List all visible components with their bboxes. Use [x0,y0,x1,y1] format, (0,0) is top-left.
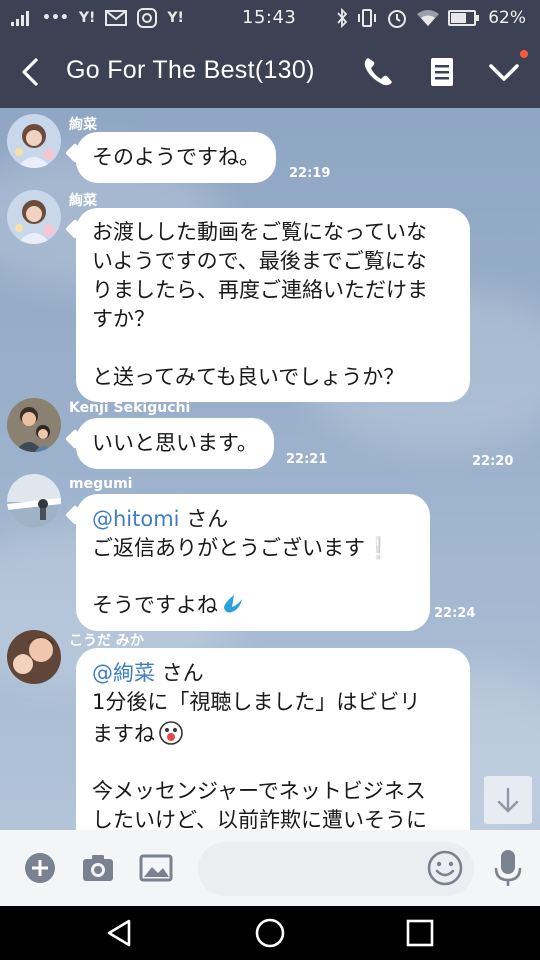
camera-icon[interactable] [80,850,116,886]
mention-link[interactable]: @絢菜 [92,661,155,685]
message-line: ますね [92,720,454,749]
yahoo-icon: Y! [167,10,184,26]
sender-name: こうだ みか [69,633,144,649]
home-circle-icon[interactable] [253,916,287,950]
message-time: 22:24 [434,606,476,621]
plus-icon[interactable] [22,850,58,886]
avatar[interactable] [7,630,61,684]
status-bar: ••• Y! Y! 15:43 62% [0,0,540,36]
wifi-icon [417,10,440,26]
battery-level: 62% [488,8,526,28]
message-bubble[interactable]: そのようですね。 [76,132,276,183]
microphone-icon[interactable] [490,848,526,888]
message-line: 今メッセンジャーでネットビジネス [92,779,426,803]
exclamation-emoji: ❕ [365,536,392,560]
recents-square-icon[interactable] [403,916,437,950]
instagram-icon [137,8,158,28]
message-line: そうですよね [92,591,414,620]
notification-dot [520,50,528,58]
signal-icon [11,11,29,26]
sender-name: 絢菜 [69,117,97,133]
chat-area[interactable]: 絢菜 そのようですね。 22:19 絢菜 お渡しした動画をご覧になっていな いよ… [0,108,540,830]
face-emoji [159,721,183,745]
message-time: 22:20 [472,454,514,469]
alarm-icon [388,10,407,28]
chevron-down-icon[interactable] [486,54,522,90]
more-dots-icon: ••• [42,10,69,26]
image-icon[interactable] [138,850,174,886]
message-bubble[interactable]: @hitomi さん ご返信ありがとうございます❕ そうですよね [76,494,430,631]
mail-icon [105,10,128,26]
mention-link[interactable]: @hitomi [92,507,180,531]
message-time: 22:21 [286,452,328,467]
emoji-icon[interactable] [426,849,464,887]
back-triangle-icon[interactable] [103,916,137,950]
message-input-bar [0,830,540,906]
sender-name: 絢菜 [69,193,97,209]
message-time: 22:19 [289,166,331,181]
message-line: 1分後に「視聴しました」はビビリ [92,690,421,714]
back-icon[interactable] [16,56,46,88]
message-bubble[interactable]: いいと思います。 [76,418,274,469]
avatar[interactable] [7,190,61,244]
battery-icon [448,10,480,26]
message-line: したいけど、以前詐欺に遭いそうに [92,808,427,830]
avatar[interactable] [7,474,61,528]
avatar[interactable] [7,398,61,452]
message-line: ご返信ありがとうございます❕ [92,536,392,560]
arrow-down-icon [497,787,519,813]
navigation-bar [0,906,540,960]
message-bubble[interactable]: お渡しした動画をご覧になっていな いようですので、最後までご覧にな りましたら、… [76,208,470,402]
chat-title: Go For The Best(130) [66,56,315,84]
message-bubble[interactable]: @絢菜 さん 1分後に「視聴しました」はビビリ ますね 今メッセンジャーでネット… [76,648,470,830]
bluetooth-icon [337,8,348,28]
sender-name: Kenji Sekiguchi [69,400,191,416]
yahoo-icon: Y! [78,10,96,26]
chat-header: Go For The Best(130) [0,36,540,108]
scroll-to-bottom-button[interactable] [484,776,532,824]
note-icon[interactable] [424,54,460,90]
vibrate-icon [358,9,377,27]
message-line: @絢菜 さん [92,661,204,685]
message-line: @hitomi さん [92,507,229,531]
avatar[interactable] [7,114,61,168]
phone-icon[interactable] [360,54,396,90]
sweat-drop-emoji [224,595,242,613]
sender-name: megumi [69,476,133,492]
clock: 15:43 [242,7,297,28]
